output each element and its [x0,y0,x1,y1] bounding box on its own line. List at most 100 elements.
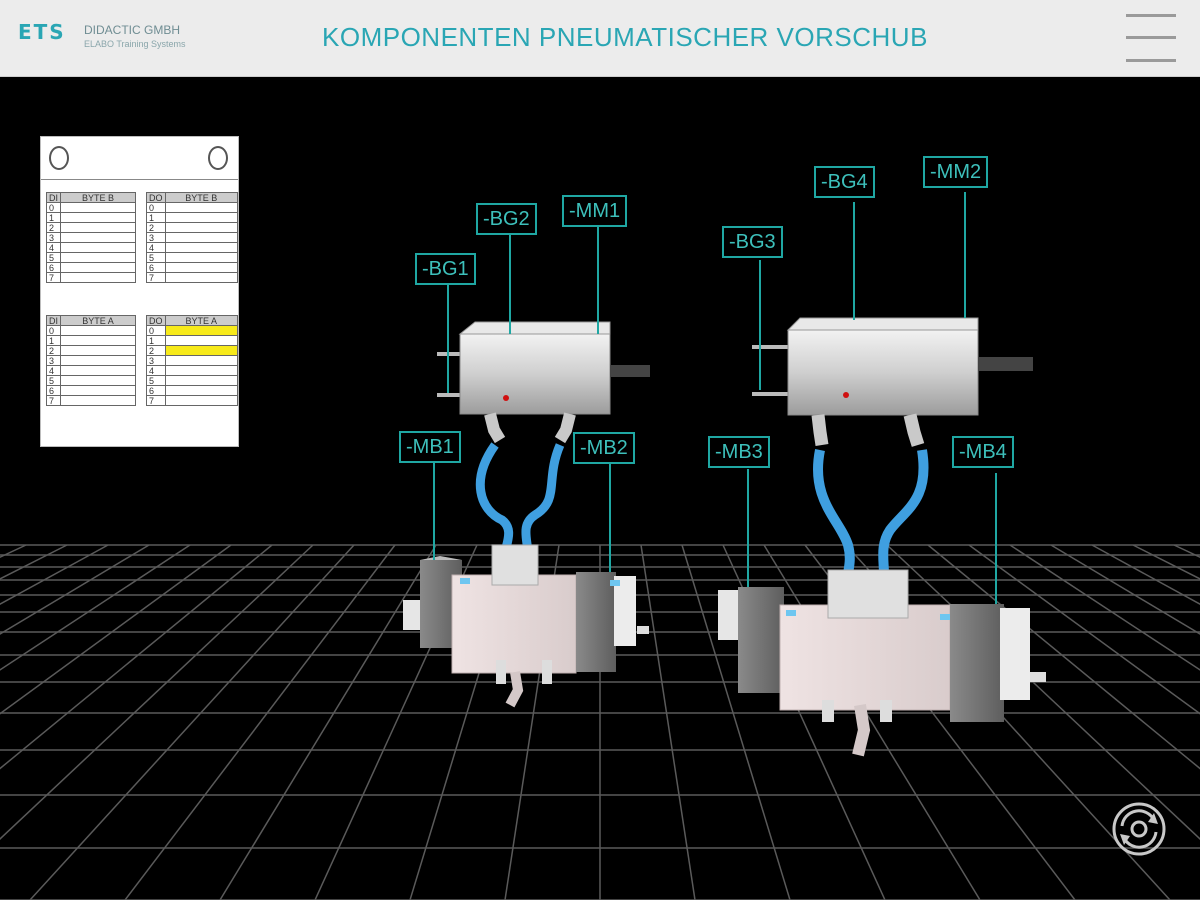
io-table-row: 6 [46,385,136,396]
io-table-row: 7 [146,272,238,283]
io-bit-indicator [164,385,238,396]
panel-divider [41,179,238,180]
io-table-header-index: DO [146,315,166,326]
io-table-row: 6 [46,262,136,273]
label-mb2[interactable]: -MB2 [573,432,635,464]
io-table-row: 6 [146,385,238,396]
io-table-row: 0 [146,202,238,213]
pneumatic-cylinder-mm2[interactable] [752,317,1033,447]
grid-line [29,544,355,900]
grid-line [1173,544,1200,559]
label-bg2[interactable]: -BG2 [476,203,537,235]
io-table-header-byte: BYTE A [164,315,238,326]
io-bit-indicator [60,385,136,396]
io-table-row: 7 [46,272,136,283]
mount-hole-icon [49,146,69,170]
io-table-row: 3 [146,232,238,243]
header-bar: ETS DIDACTIC GMBH ELABO Training Systems… [0,0,1200,77]
grid-line [219,544,437,900]
air-hose [521,443,565,556]
io-table-row: 5 [46,375,136,386]
io-table-row: 1 [46,212,136,223]
grid-line [0,544,109,606]
io-table-di-byte-b: DI BYTE B01234567 [46,192,136,283]
io-bit-indicator [60,212,136,223]
io-bit-index: 3 [46,232,61,243]
io-table-header-index: DI [46,192,61,203]
io-bit-index: 1 [46,212,61,223]
io-bit-indicator [164,222,238,233]
pneumatic-cylinder-mm1[interactable] [437,321,650,444]
grid-line [0,544,232,715]
company-logo: ETS DIDACTIC GMBH ELABO Training Systems [18,14,198,58]
io-table-row: 0 [46,325,136,336]
io-table-row: 7 [146,395,238,406]
io-bit-index: 5 [146,252,166,263]
io-bit-index: 3 [46,355,61,366]
io-table-row: 4 [46,365,136,376]
io-table-di-byte-a: DI BYTE A01234567 [46,315,136,406]
label-mm1[interactable]: -MM1 [562,195,628,227]
io-bit-index: 4 [146,242,166,253]
io-bit-indicator [164,242,238,253]
io-table-row: 5 [146,252,238,263]
io-table-row: 6 [146,262,238,273]
io-bit-indicator [164,395,238,406]
io-bit-index: 6 [46,385,61,396]
io-table-row: 1 [146,335,238,346]
label-bg4[interactable]: -BG4 [814,166,875,198]
grid-line [0,544,27,559]
io-bit-index: 6 [146,385,166,396]
io-bit-indicator [60,202,136,213]
io-bit-indicator [164,262,238,273]
io-bit-index: 3 [146,355,166,366]
io-bit-index: 7 [146,272,166,283]
label-mb1[interactable]: -MB1 [399,431,461,463]
label-mb3[interactable]: -MB3 [708,436,770,468]
io-bit-indicator [60,242,136,253]
label-mb4[interactable]: -MB4 [952,436,1014,468]
label-mm2[interactable]: -MM2 [923,156,989,188]
label-bg1[interactable]: -BG1 [415,253,476,285]
io-bit-index: 1 [46,335,61,346]
io-bit-index: 5 [46,252,61,263]
hamburger-menu-icon[interactable] [1124,12,1178,64]
io-table-do-byte-a: DO BYTE A01234567 [146,315,238,406]
io-table-row: 5 [146,375,238,386]
io-bit-index: 2 [46,222,61,233]
io-bit-index: 3 [146,232,166,243]
io-bit-index: 1 [146,212,166,223]
solenoid-valve-assembly-1[interactable] [403,544,649,708]
io-table-row: 4 [46,242,136,253]
grid-line [0,544,314,840]
io-bit-index: 6 [146,262,166,273]
io-bit-index: 0 [46,325,61,336]
io-table-header-index: DI [46,315,61,326]
io-table-row: 3 [146,355,238,366]
io-bit-indicator [60,365,136,376]
io-bit-indicator [164,375,238,386]
air-hose [813,449,855,576]
io-bit-active-indicator [164,325,238,336]
logo-company-name: DIDACTIC GMBH [84,23,180,37]
io-bit-index: 0 [146,202,166,213]
io-table-row: 2 [146,345,238,356]
io-table-row: 3 [46,355,136,366]
io-bit-index: 7 [46,272,61,283]
io-table-row: 3 [46,232,136,243]
io-bit-indicator [60,375,136,386]
io-bit-index: 0 [46,202,61,213]
grid-line [0,544,191,671]
io-table-row: 4 [146,365,238,376]
io-table-header-index: DO [146,192,166,203]
io-bit-active-indicator [164,345,238,356]
rotate-view-icon[interactable] [1110,800,1168,858]
air-hose [475,442,514,556]
io-table-row: 4 [146,242,238,253]
io-bit-indicator [60,345,136,356]
io-bit-indicator [60,272,136,283]
grid-line [0,544,150,635]
io-table-row: 2 [146,222,238,233]
io-table-row: 1 [146,212,238,223]
label-bg3[interactable]: -BG3 [722,226,783,258]
